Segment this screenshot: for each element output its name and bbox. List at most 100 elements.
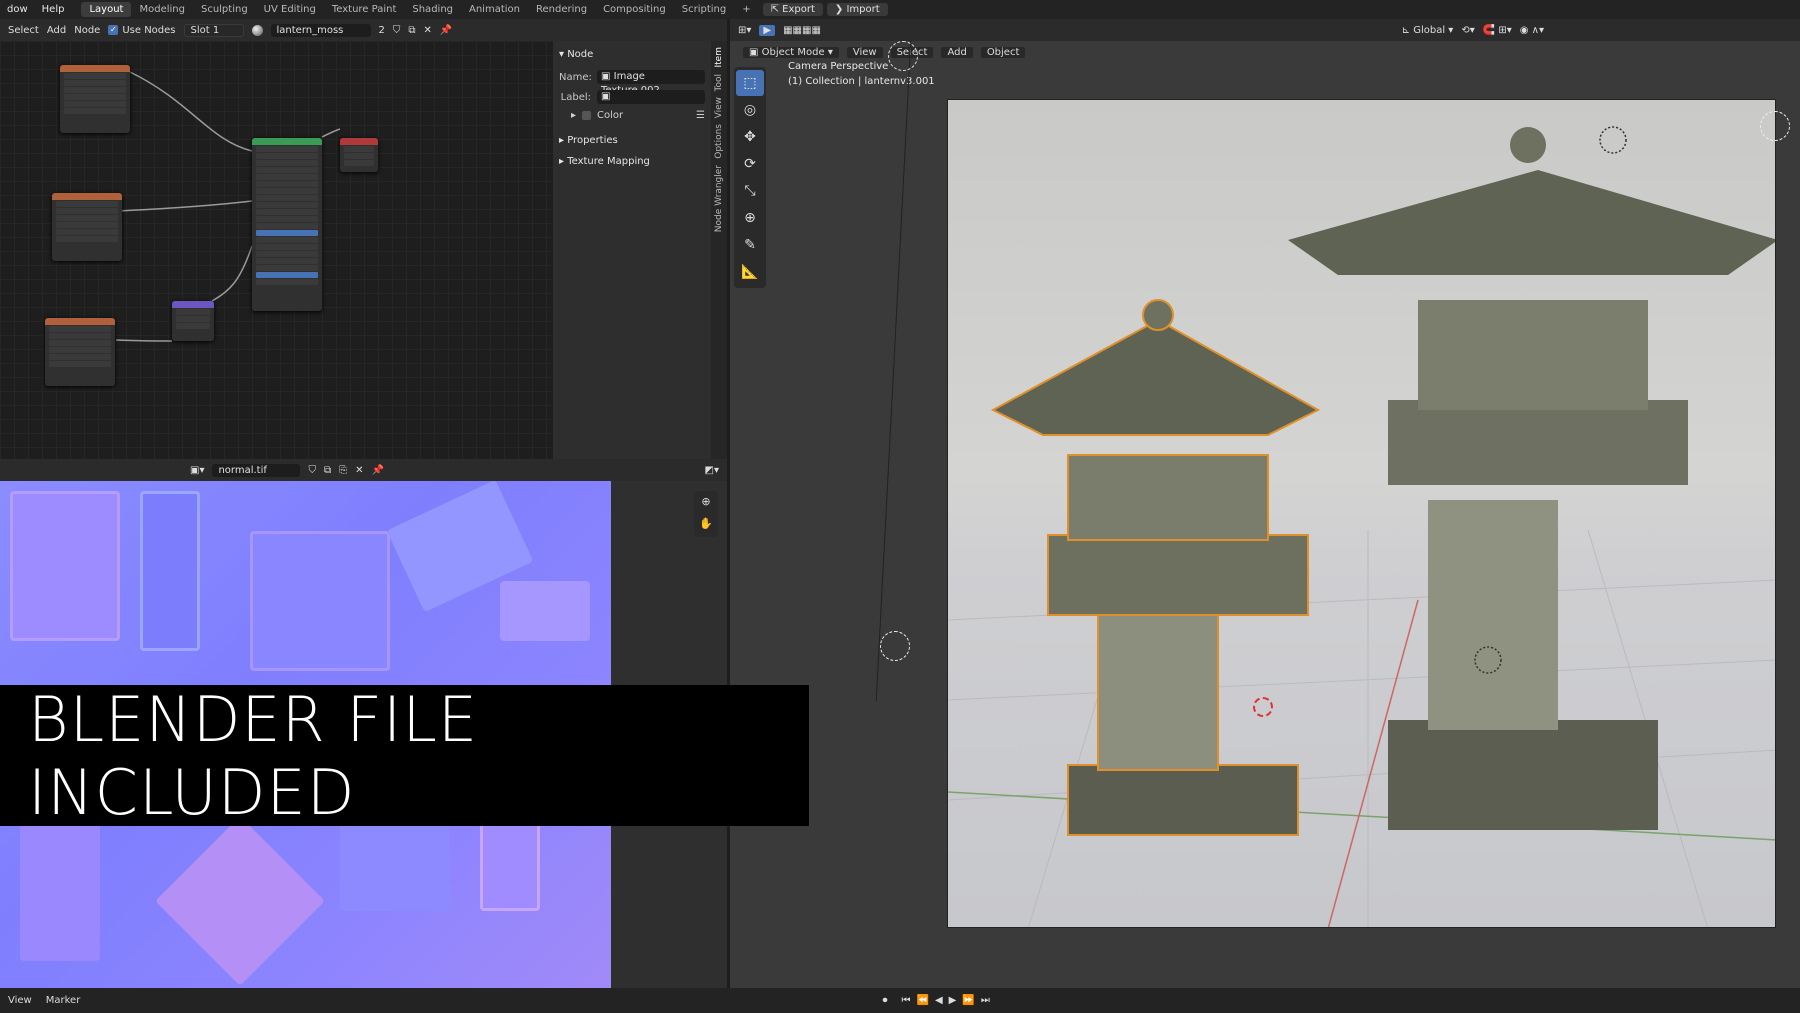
play-icon[interactable]: ▶: [949, 995, 957, 1006]
timeline-menu-view[interactable]: View: [8, 995, 32, 1006]
light-gizmo-icon[interactable]: [1760, 111, 1790, 141]
sidebar-tab-view[interactable]: View: [714, 97, 724, 118]
move-tool-icon[interactable]: ✥: [736, 124, 764, 150]
use-nodes-label: Use Nodes: [122, 24, 176, 36]
tab-animation[interactable]: Animation: [461, 2, 528, 17]
pin-icon[interactable]: 📌: [372, 465, 384, 476]
tab-modeling[interactable]: Modeling: [131, 2, 193, 17]
duplicate-image-icon[interactable]: ⧉: [324, 465, 331, 476]
node-menu-add[interactable]: Add: [47, 25, 66, 36]
menu-window[interactable]: dow: [0, 4, 35, 15]
image-texture-node-1[interactable]: [60, 65, 130, 133]
annotate-tool-icon[interactable]: ✎: [736, 232, 764, 258]
color-checkbox[interactable]: [582, 111, 592, 120]
fake-user-shield-icon[interactable]: ⛉: [393, 25, 401, 36]
open-image-icon[interactable]: ⎘: [339, 465, 347, 476]
node-color-row[interactable]: ▸ Color ☰: [571, 110, 705, 121]
node-editor-canvas[interactable]: [0, 41, 553, 459]
duplicate-material-icon[interactable]: ⧉: [408, 25, 415, 36]
light-gizmo-icon[interactable]: [888, 41, 918, 71]
object-mode-dropdown[interactable]: ▣ Object Mode ▾: [742, 45, 840, 59]
viewport-menu-view[interactable]: View: [845, 45, 884, 59]
node-name-row: Name: ▣ Image Texture.002: [559, 70, 705, 96]
select-mode-icon[interactable]: ▶: [759, 24, 776, 36]
image-name-field[interactable]: normal.tif: [212, 463, 301, 477]
tab-layout[interactable]: Layout: [81, 2, 132, 17]
editor-type-icon[interactable]: ⊞▾: [738, 25, 751, 36]
material-users-count[interactable]: 2: [379, 25, 385, 36]
transform-tool-icon[interactable]: ⊕: [736, 205, 764, 231]
transform-orientation-dropdown[interactable]: ⊾ Global ▾: [1402, 25, 1454, 36]
node-label-field[interactable]: ▣: [597, 90, 705, 104]
sidebar-tab-options[interactable]: Options: [714, 124, 724, 159]
image-browse-icon[interactable]: ▣▾: [190, 465, 204, 476]
display-channels-icon[interactable]: ◩▾: [705, 465, 719, 476]
list-icon[interactable]: ☰: [696, 110, 705, 121]
next-keyframe-icon[interactable]: ⏩: [962, 995, 974, 1006]
tab-scripting[interactable]: Scripting: [674, 2, 734, 17]
node-name-field[interactable]: ▣ Image Texture.002: [597, 70, 705, 96]
play-reverse-icon[interactable]: ◀: [935, 995, 943, 1006]
node-menu-select[interactable]: Select: [8, 25, 39, 36]
sidebar-tab-item[interactable]: Item: [714, 47, 724, 68]
unlink-material-icon[interactable]: ✕: [424, 25, 432, 36]
jump-end-icon[interactable]: ⏭: [981, 995, 990, 1006]
chevron-right-icon: ▸: [559, 156, 568, 167]
fake-user-shield-icon[interactable]: ⛉: [308, 465, 316, 476]
snap-icon[interactable]: 🧲 ⊞▾: [1483, 25, 1512, 36]
prev-keyframe-icon[interactable]: ⏪: [917, 995, 929, 1006]
pin-icon[interactable]: 📌: [440, 25, 452, 36]
timeline-bar: View Marker ⏺ ⏮ ⏪ ◀ ▶ ⏩ ⏭: [0, 988, 1800, 1013]
camera-line: [875, 41, 912, 701]
sidebar-vertical-tabs: Item Tool View Options Node Wrangler: [711, 41, 727, 459]
material-output-node[interactable]: [340, 138, 378, 172]
material-name-field[interactable]: lantern_moss: [270, 23, 371, 37]
timeline-menu-marker[interactable]: Marker: [46, 995, 81, 1006]
jump-start-icon[interactable]: ⏮: [902, 995, 911, 1006]
scale-tool-icon[interactable]: ⤡: [736, 178, 764, 204]
small-lantern: [990, 299, 1321, 836]
viewport-menu-object[interactable]: Object: [979, 45, 1027, 59]
slot-dropdown[interactable]: Slot 1: [183, 23, 244, 37]
select-box-tool-icon[interactable]: ⬚: [736, 70, 764, 96]
cursor-tool-icon[interactable]: ◎: [736, 97, 764, 123]
menu-help[interactable]: Help: [35, 4, 72, 15]
pan-hand-icon[interactable]: ✋: [694, 513, 718, 535]
tab-rendering[interactable]: Rendering: [528, 2, 595, 17]
sidebar-tab-tool[interactable]: Tool: [714, 74, 724, 91]
texture-mapping-section[interactable]: ▸ Texture Mapping: [559, 156, 705, 167]
tab-compositing[interactable]: Compositing: [595, 2, 674, 17]
image-texture-node-2[interactable]: [52, 193, 122, 261]
3d-cursor-icon[interactable]: [1253, 697, 1273, 717]
image-texture-node-3[interactable]: [45, 318, 115, 386]
viewport-menu-add[interactable]: Add: [940, 45, 974, 59]
record-icon[interactable]: ⏺: [883, 995, 888, 1006]
tab-sculpting[interactable]: Sculpting: [193, 2, 256, 17]
3d-viewport[interactable]: ▣ Object Mode ▾ View Select Add Object ⬚…: [730, 41, 1800, 988]
camera-frame: [947, 99, 1776, 928]
tab-uv-editing[interactable]: UV Editing: [256, 2, 324, 17]
node-menu-node[interactable]: Node: [74, 25, 100, 36]
sidebar-tab-node-wrangler[interactable]: Node Wrangler: [714, 165, 724, 232]
light-gizmo-icon[interactable]: [880, 631, 910, 661]
node-section-header[interactable]: ▾ Node: [559, 49, 705, 60]
normal-map-node[interactable]: [172, 301, 214, 341]
proportional-edit-icon[interactable]: ◉ ∧▾: [1520, 25, 1544, 36]
use-nodes-checkbox[interactable]: ✓ Use Nodes: [108, 24, 176, 36]
measure-tool-icon[interactable]: 📐: [736, 259, 764, 285]
import-button[interactable]: ❯ Import: [826, 3, 888, 16]
add-workspace-button[interactable]: +: [734, 2, 758, 17]
pivot-icon[interactable]: ⟲▾: [1461, 25, 1474, 36]
orientation-icon: ⊾: [1401, 24, 1414, 36]
image-icon: ▣: [601, 91, 611, 102]
tab-texture-paint[interactable]: Texture Paint: [324, 2, 405, 17]
export-button[interactable]: ⇱ Export: [762, 3, 823, 16]
unlink-image-icon[interactable]: ✕: [355, 465, 363, 476]
principled-bsdf-node[interactable]: [252, 138, 322, 311]
properties-section[interactable]: ▸ Properties: [559, 135, 705, 146]
tab-shading[interactable]: Shading: [404, 2, 461, 17]
rotate-tool-icon[interactable]: ⟳: [736, 151, 764, 177]
selection-mode-icons[interactable]: ▦▦▦▦: [783, 25, 821, 36]
zoom-icon[interactable]: ⊕: [694, 491, 718, 513]
material-sphere-icon[interactable]: [251, 24, 263, 36]
